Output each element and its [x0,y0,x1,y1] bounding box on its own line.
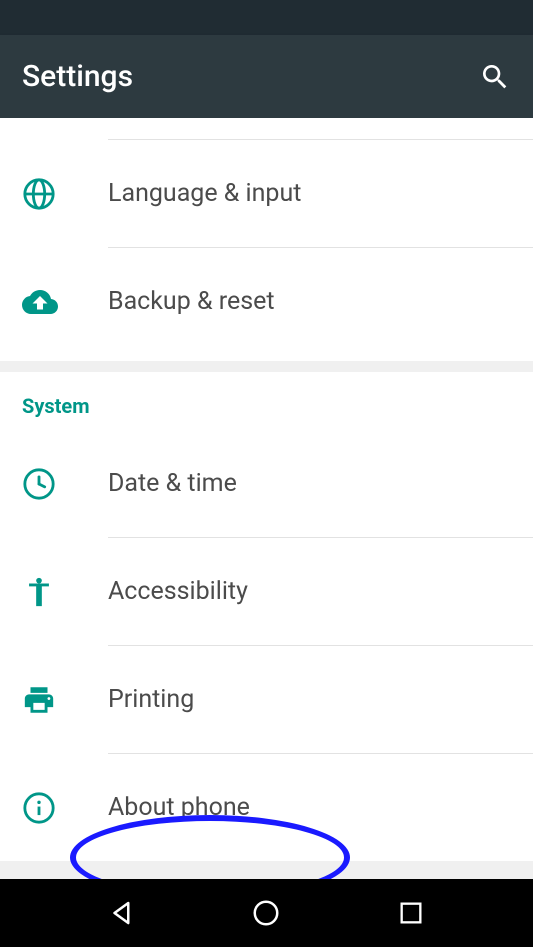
item-label: Date & time [108,469,511,498]
settings-list[interactable]: Language & input Backup & reset System [0,118,533,879]
section-header-system: System [0,372,533,430]
recent-apps-button[interactable] [394,896,428,930]
info-icon [22,791,108,825]
status-bar [0,0,533,35]
item-label: Accessibility [108,577,511,606]
home-button[interactable] [249,896,283,930]
back-button[interactable] [105,896,139,930]
item-label: Language & input [108,179,511,208]
item-date-time[interactable]: Date & time [0,430,533,537]
item-label: About phone [108,793,511,822]
cloud-upload-icon [22,284,108,320]
printer-icon [22,683,108,717]
item-backup-reset[interactable]: Backup & reset [0,248,533,355]
item-label: Backup & reset [108,287,511,316]
square-recent-icon [397,899,425,927]
triangle-back-icon [107,898,137,928]
search-icon [479,61,511,93]
item-printing[interactable]: Printing [0,646,533,753]
clock-icon [22,467,108,501]
navigation-bar [0,879,533,947]
globe-icon [22,177,108,211]
item-accessibility[interactable]: Accessibility [0,538,533,645]
section-system: System Date & time Accessibility [0,372,533,861]
item-about-phone[interactable]: About phone [0,754,533,861]
section-personal: Language & input Backup & reset [0,118,533,361]
page-title: Settings [22,59,133,94]
item-label: Printing [108,685,511,714]
accessibility-icon [22,575,108,609]
search-button[interactable] [479,61,511,93]
item-language-input[interactable]: Language & input [0,140,533,247]
app-bar: Settings [0,35,533,118]
circle-home-icon [251,898,281,928]
